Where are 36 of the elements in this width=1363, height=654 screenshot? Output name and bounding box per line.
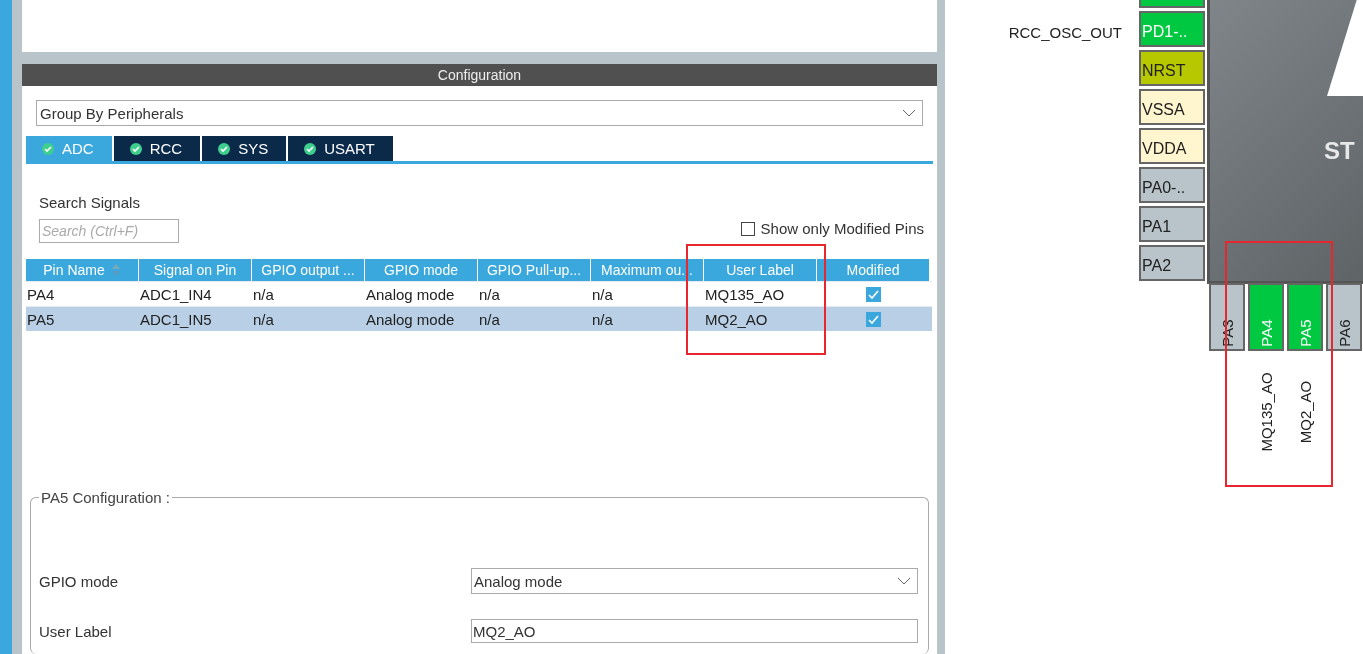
- check-circle-icon: [42, 142, 54, 155]
- chip-pin[interactable]: VSSA: [1139, 89, 1205, 125]
- logo-icon: [1327, 0, 1363, 96]
- search-field[interactable]: Search (Ctrl+F): [39, 219, 179, 243]
- chip-pin[interactable]: NRST: [1139, 50, 1205, 86]
- user-label-field[interactable]: MQ2_AO: [471, 619, 918, 643]
- table-row[interactable]: PA5 ADC1_IN5 n/a Analog mode n/a n/a MQ2_AO: [26, 307, 932, 331]
- check-circle-icon: [218, 142, 231, 155]
- pin-user-label: MQ2_AO: [1296, 380, 1314, 444]
- chevron-down-icon: [897, 577, 911, 585]
- panel-title: Configuration: [22, 64, 937, 86]
- pin-signal-label: RCC_OSC_OUT: [1008, 24, 1122, 41]
- check-circle-icon: [129, 142, 142, 155]
- table-row[interactable]: PA4 ADC1_IN4 n/a Analog mode n/a n/a MQ135_AO: [26, 282, 932, 306]
- search-label: Search Signals: [39, 194, 141, 211]
- modified-checkbox[interactable]: [866, 311, 881, 327]
- field-label: GPIO mode: [39, 572, 120, 590]
- chip-pin[interactable]: PA0-..: [1139, 167, 1205, 203]
- chip-pin[interactable]: PA2: [1139, 245, 1205, 281]
- field-label: User Label: [39, 622, 113, 640]
- show-modified-checkbox[interactable]: Show only Modified Pins: [740, 220, 924, 237]
- group-title: PA5 Configuration :: [40, 489, 171, 506]
- peripheral-tab[interactable]: RCC: [113, 136, 201, 161]
- modified-checkbox[interactable]: [866, 286, 881, 302]
- pin-user-label: MQ135_AO: [1257, 372, 1275, 452]
- peripheral-tab[interactable]: SYS: [202, 136, 287, 161]
- group-by-dropdown[interactable]: Group By Peripherals: [36, 100, 923, 126]
- sort-icon: [110, 264, 121, 276]
- chip-logo-text: ST: [1324, 137, 1355, 165]
- chip-pin[interactable]: PA1: [1139, 206, 1205, 242]
- chip-pin[interactable]: PA6: [1326, 283, 1362, 351]
- chevron-down-icon: [902, 109, 916, 117]
- gpio-mode-dropdown[interactable]: Analog mode: [471, 568, 918, 594]
- check-circle-icon: [304, 142, 317, 155]
- peripheral-tab[interactable]: USART: [288, 136, 393, 161]
- chip-pin[interactable]: VDDA: [1139, 128, 1205, 164]
